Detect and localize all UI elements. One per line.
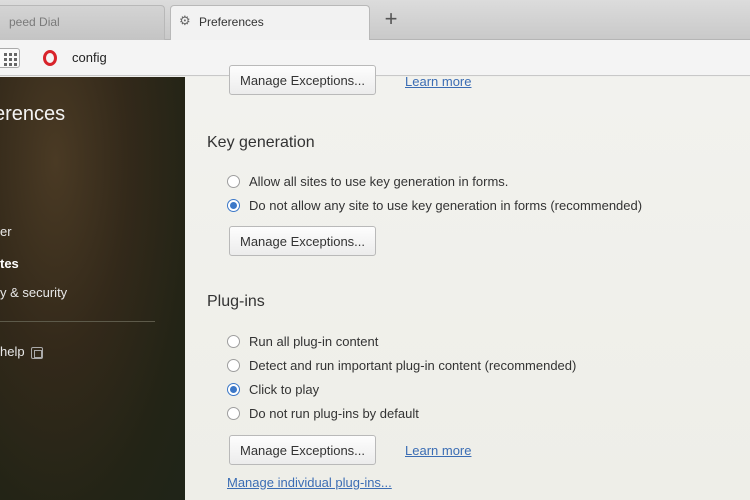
speed-dial-grid-icon[interactable] (0, 48, 20, 68)
sidebar: erences er tes y & security help (0, 77, 185, 500)
sidebar-item-browser[interactable]: er (0, 224, 12, 239)
learn-more-link-top[interactable]: Learn more (405, 74, 471, 89)
plugins-manage-exceptions-button[interactable]: Manage Exceptions... (229, 435, 377, 465)
tab-speed-dial[interactable]: peed Dial (0, 5, 165, 40)
manage-exceptions-button-top[interactable]: Manage Exceptions... (229, 65, 377, 95)
plugins-click-to-play-radio[interactable]: Click to play (227, 382, 319, 400)
radio-icon (227, 407, 240, 420)
sidebar-title: erences (0, 103, 66, 125)
radio-label: Detect and run important plug-in content… (249, 358, 577, 373)
opera-logo-icon (43, 50, 57, 66)
radio-label: Click to play (249, 382, 320, 397)
sidebar-item-websites[interactable]: tes (0, 256, 19, 271)
radio-label: Allow all sites to use key generation in… (249, 174, 509, 189)
sidebar-divider (0, 321, 155, 322)
tab-label: peed Dial (9, 15, 60, 29)
plug-ins-heading: Plug-ins (207, 293, 265, 310)
plugins-learn-more-link[interactable]: Learn more (405, 443, 471, 458)
radio-icon (227, 359, 240, 372)
gear-icon: ⚙ (179, 13, 191, 28)
keygen-manage-exceptions-button[interactable]: Manage Exceptions... (229, 226, 377, 256)
sidebar-item-privacy-security[interactable]: y & security (0, 285, 67, 300)
radio-checked-icon (227, 383, 240, 396)
radio-label: Do not allow any site to use key generat… (249, 198, 643, 213)
radio-checked-icon (227, 199, 240, 212)
tab-strip: peed Dial ⚙ Preferences + (0, 0, 750, 40)
radio-label: Do not run plug-ins by default (249, 406, 419, 421)
radio-icon (227, 335, 240, 348)
radio-icon (227, 175, 240, 188)
keygen-allow-radio[interactable]: Allow all sites to use key generation in… (227, 174, 508, 192)
radio-label: Run all plug-in content (249, 334, 379, 349)
tab-label: Preferences (199, 15, 264, 29)
plugins-detect-radio[interactable]: Detect and run important plug-in content… (227, 358, 576, 376)
tab-preferences[interactable]: ⚙ Preferences (170, 5, 370, 40)
new-tab-button[interactable]: + (376, 6, 406, 32)
sidebar-item-help[interactable]: help (0, 344, 43, 359)
manage-individual-plugins-link[interactable]: Manage individual plug-ins... (227, 475, 392, 490)
external-link-icon (30, 346, 43, 359)
plugins-run-all-radio[interactable]: Run all plug-in content (227, 334, 378, 352)
plugins-do-not-run-radio[interactable]: Do not run plug-ins by default (227, 406, 419, 424)
help-label: help (0, 344, 25, 359)
key-generation-heading: Key generation (207, 134, 315, 151)
address-field[interactable]: config (72, 50, 107, 65)
preferences-content: Manage Exceptions... Learn more Key gene… (185, 65, 750, 500)
keygen-disallow-radio[interactable]: Do not allow any site to use key generat… (227, 198, 642, 216)
